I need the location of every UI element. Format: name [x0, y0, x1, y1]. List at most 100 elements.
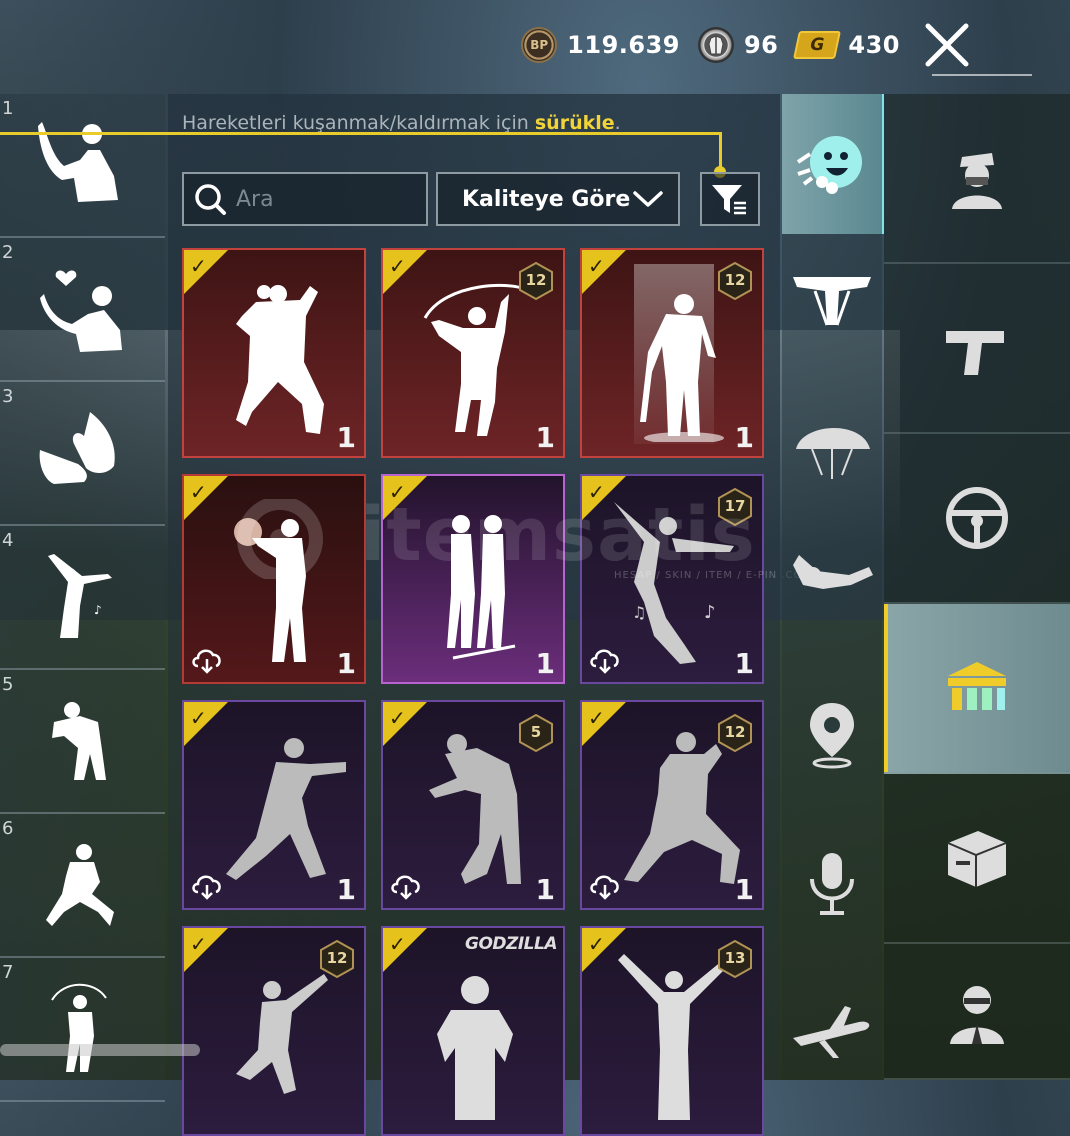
hint-text: Hareketleri kuşanmak/kaldırmak için: [182, 112, 535, 134]
card-count: 1: [734, 873, 754, 906]
agent-icon: [950, 986, 1004, 1044]
martial-arts-emote-figure: [236, 285, 324, 434]
bow-emote-icon: [52, 702, 106, 780]
slots-scrollbar[interactable]: [0, 1044, 200, 1056]
sub-tab-crates[interactable]: [884, 774, 1070, 944]
emote-card[interactable]: ✓ 1: [182, 248, 366, 458]
check-icon: ✓: [389, 254, 406, 278]
heart-emote-icon: [40, 270, 122, 352]
level-badge: 12: [718, 713, 752, 753]
emote-slot-1[interactable]: 1: [0, 94, 165, 238]
level-badge: 12: [519, 261, 553, 301]
tab-parachute[interactable]: [782, 384, 882, 524]
download-cloud-icon[interactable]: [389, 872, 423, 900]
emote-slot-3[interactable]: 3: [0, 382, 165, 526]
download-cloud-icon[interactable]: [588, 646, 622, 674]
top-divider: [932, 74, 1032, 76]
card-count: 1: [336, 873, 356, 906]
emote-slot-7[interactable]: 7: [0, 958, 165, 1102]
card-count: 1: [734, 647, 754, 680]
card-count: 1: [535, 873, 555, 906]
tab-airplane[interactable]: [782, 960, 882, 1100]
currency-bar: BP 119.639 96 G 430: [521, 22, 1070, 68]
clap-emote-icon: [39, 412, 115, 484]
tab-skydive[interactable]: [782, 524, 882, 634]
sub-tab-character[interactable]: [884, 94, 1070, 264]
emote-card[interactable]: ✓ 12 1: [381, 248, 565, 458]
level-value: 5: [530, 723, 542, 741]
bp-coin-icon: BP: [521, 27, 558, 63]
hint-highlight: sürükle: [534, 112, 615, 134]
sub-tab-weapons[interactable]: [884, 264, 1070, 434]
filter-button[interactable]: [700, 172, 760, 226]
gold-value: 430: [848, 31, 900, 59]
emote-card[interactable]: GODZILLA ✓: [381, 926, 565, 1136]
card-count: 1: [535, 421, 555, 454]
pistol-icon: [946, 331, 1004, 375]
check-icon: ✓: [588, 706, 605, 730]
download-cloud-icon[interactable]: [588, 872, 622, 900]
character-icon: [952, 153, 1002, 209]
emote-pack-icon: [948, 662, 1006, 710]
parachute-harness-icon: [793, 277, 871, 326]
check-icon: ✓: [389, 932, 406, 956]
tab-voice[interactable]: [782, 814, 882, 954]
parachute-icon: [796, 427, 870, 479]
svg-text:♪: ♪: [704, 602, 716, 623]
level-value: 12: [724, 271, 746, 289]
check-icon: ✓: [190, 480, 207, 504]
active-subtab-indicator: [884, 604, 888, 772]
ag-currency: 96: [697, 27, 778, 63]
steering-wheel-icon: [946, 487, 1008, 549]
emote-slot-2[interactable]: 2: [0, 238, 165, 382]
filter-icon: [712, 185, 746, 215]
bp-currency: BP 119.639: [521, 27, 680, 63]
emote-card[interactable]: ✓ 12 1: [580, 700, 764, 910]
sub-tab-agent[interactable]: [884, 944, 1070, 1080]
emote-slot-5[interactable]: 5: [0, 670, 165, 814]
download-cloud-icon[interactable]: [190, 872, 224, 900]
drag-hint: Hareketleri kuşanmak/kaldırmak için sürü…: [182, 112, 621, 134]
level-value: 13: [724, 949, 746, 967]
emote-card[interactable]: ✓ 13: [580, 926, 764, 1136]
search-input[interactable]: [234, 185, 418, 213]
hint-end: .: [614, 112, 621, 134]
tab-parachute-harness[interactable]: [782, 234, 882, 374]
gold-currency: G 430: [793, 31, 900, 59]
close-icon: [925, 23, 969, 67]
level-value: 12: [326, 949, 348, 967]
wave-emote-icon: [38, 122, 118, 202]
sort-dropdown[interactable]: Kaliteye Göre: [436, 172, 680, 226]
ag-coin-icon: [697, 27, 734, 63]
emote-card[interactable]: ✓ 12: [182, 926, 366, 1136]
search-box[interactable]: [182, 172, 428, 226]
card-count: 1: [734, 421, 754, 454]
tab-emotes[interactable]: [782, 94, 882, 234]
check-icon: ✓: [190, 706, 207, 730]
bp-value: 119.639: [567, 31, 680, 59]
sub-tab-emote-packs[interactable]: [884, 604, 1070, 774]
map-marker-icon: [810, 703, 854, 769]
drag-guide-line: [0, 132, 722, 135]
emote-card[interactable]: ✓ 12 1: [580, 248, 764, 458]
emote-slot-4[interactable]: 4 ♪: [0, 526, 165, 670]
card-count: 1: [336, 647, 356, 680]
category-tabs: [782, 94, 884, 1080]
emote-card[interactable]: ✓ 5 1: [381, 700, 565, 910]
fight-stance-emote-icon: [46, 844, 114, 926]
search-icon: [195, 184, 226, 215]
emote-card[interactable]: ✓ 1: [182, 700, 366, 910]
subcategory-tabs: [884, 94, 1070, 1080]
check-icon: ✓: [588, 254, 605, 278]
sub-tab-vehicles[interactable]: [884, 434, 1070, 604]
watermark: itemsatis: [230, 492, 756, 583]
close-button[interactable]: [922, 20, 972, 70]
tab-location-marker[interactable]: [782, 664, 882, 804]
boxing-emote-figure: [226, 738, 346, 880]
card-count: 1: [336, 421, 356, 454]
level-value: 12: [724, 723, 746, 741]
emote-slot-6[interactable]: 6: [0, 814, 165, 958]
sort-label: Kaliteye Göre: [462, 186, 631, 212]
level-badge: 5: [519, 713, 553, 753]
download-cloud-icon[interactable]: [190, 646, 224, 674]
